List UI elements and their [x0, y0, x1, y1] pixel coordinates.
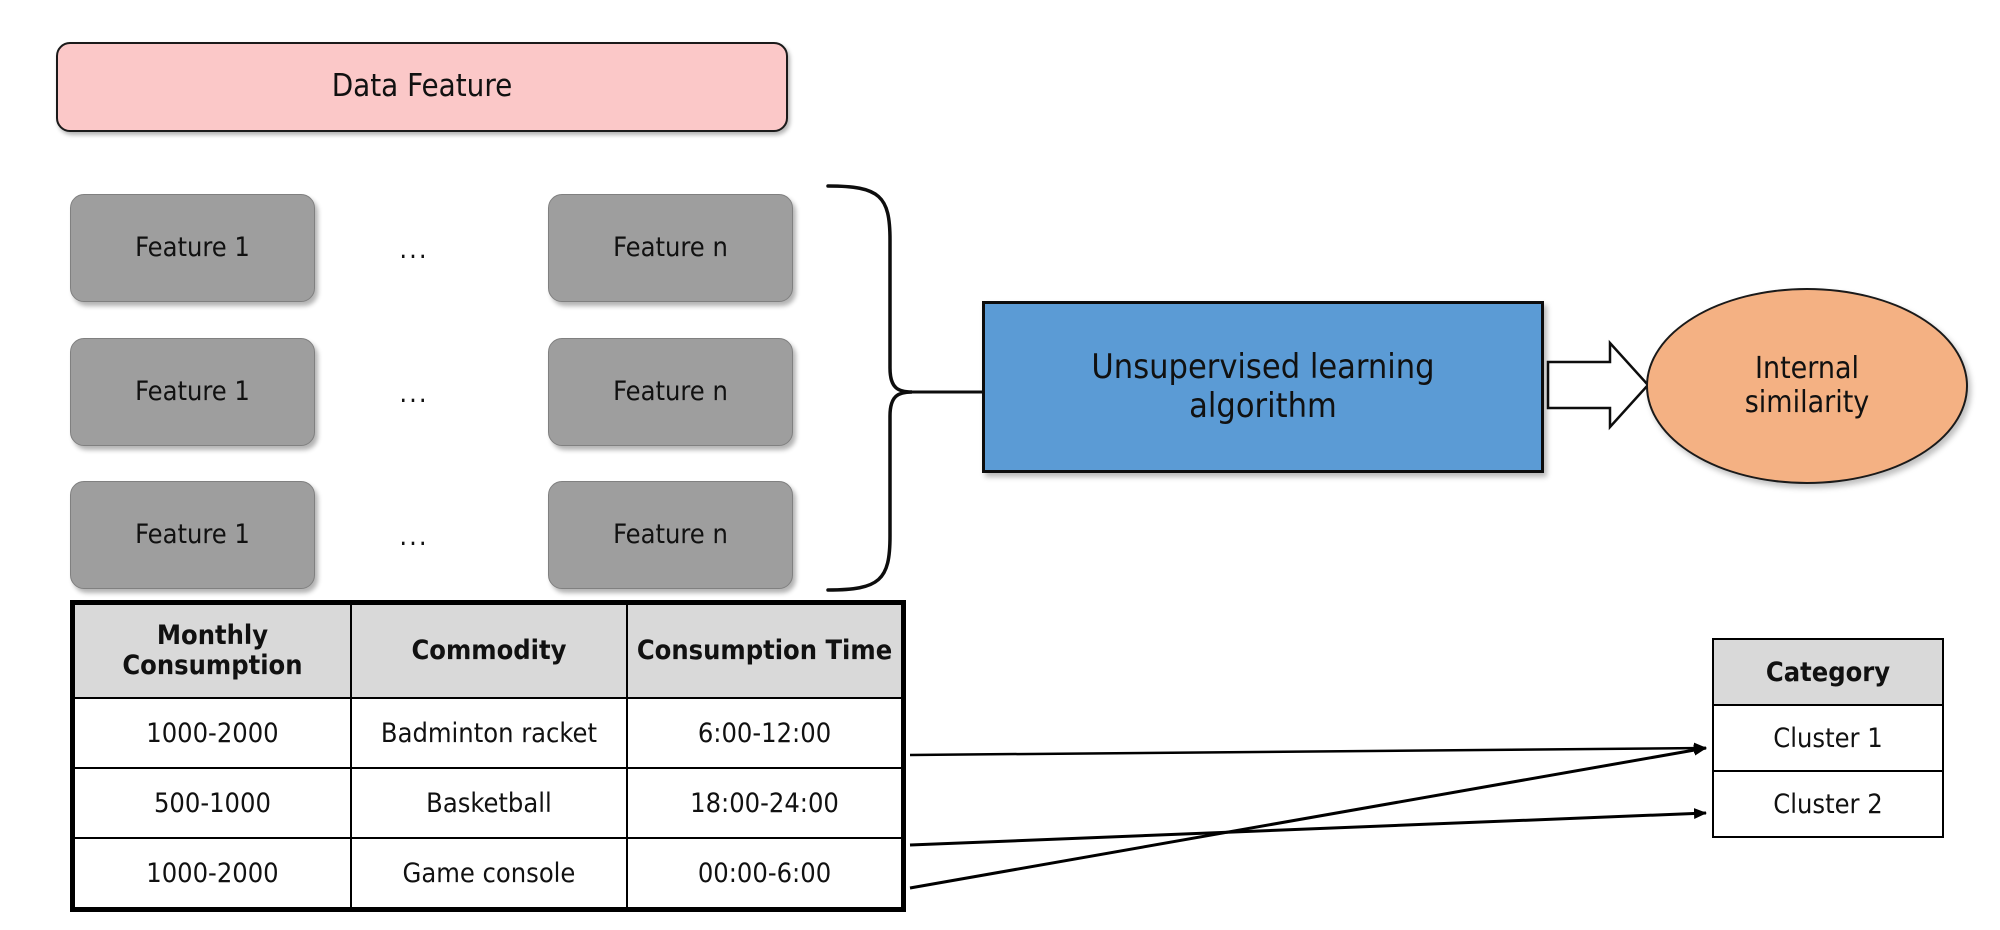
table-header-monthly-consumption: Monthly Consumption — [71, 601, 352, 699]
cell-commodity: Basketball — [349, 767, 629, 839]
unsupervised-algorithm-box: Unsupervised learning algorithm — [982, 301, 1544, 473]
arrow-row2-to-cluster2 — [909, 807, 1707, 847]
table-row: 1000-2000 Game console 00:00-6:00 — [71, 837, 905, 911]
feature-box-row1-first: Feature 1 — [70, 194, 315, 302]
category-cell-cluster-2: Cluster 2 — [1712, 770, 1944, 838]
feature-label: Feature 1 — [135, 376, 250, 408]
category-row: Cluster 2 — [1712, 770, 1944, 838]
diagram-canvas: Data Feature Feature 1 ... Feature n Fea… — [0, 0, 2000, 930]
data-feature-label: Data Feature — [331, 68, 513, 105]
feature-label: Feature n — [613, 232, 728, 264]
feature-label: Feature 1 — [135, 519, 250, 551]
ellipsis-row1: ... — [399, 234, 429, 265]
cell-consumption-time: 00:00-6:00 — [626, 837, 905, 911]
category-row: Cluster 1 — [1712, 704, 1944, 772]
algorithm-label-line2: algorithm — [1189, 386, 1337, 426]
arrow-row1-to-cluster1 — [909, 742, 1707, 757]
table-header-consumption-time: Consumption Time — [626, 601, 905, 699]
category-header-label: Category — [1712, 638, 1944, 706]
table-header-row: Monthly Consumption Commodity Consumptio… — [71, 601, 905, 699]
data-feature-box: Data Feature — [56, 42, 788, 132]
category-cell-cluster-1: Cluster 1 — [1712, 704, 1944, 772]
ellipsis-row2: ... — [399, 378, 429, 409]
feature-box-row1-last: Feature n — [548, 194, 793, 302]
internal-similarity-ellipse: Internal similarity — [1646, 288, 1968, 484]
cell-monthly-consumption: 1000-2000 — [71, 697, 352, 769]
cell-commodity: Game console — [349, 837, 629, 911]
cell-consumption-time: 18:00-24:00 — [626, 767, 905, 839]
cell-monthly-consumption: 500-1000 — [71, 767, 352, 839]
cell-commodity: Badminton racket — [349, 697, 629, 769]
feature-box-row3-last: Feature n — [548, 481, 793, 589]
category-table: Category Cluster 1 Cluster 2 — [1712, 638, 1944, 838]
feature-box-row2-last: Feature n — [548, 338, 793, 446]
cell-monthly-consumption: 1000-2000 — [71, 837, 352, 911]
header-line2: Consumption — [122, 650, 303, 681]
feature-box-row3-first: Feature 1 — [70, 481, 315, 589]
feature-label: Feature n — [613, 376, 728, 408]
feature-box-row2-first: Feature 1 — [70, 338, 315, 446]
table-row: 500-1000 Basketball 18:00-24:00 — [71, 767, 905, 839]
algorithm-label-line1: Unsupervised learning — [1091, 346, 1435, 387]
block-arrow-to-ellipse — [1546, 339, 1650, 431]
arrow-row3-to-cluster1 — [909, 744, 1707, 890]
feature-group-brace — [826, 184, 913, 592]
category-header-row: Category — [1712, 638, 1944, 706]
feature-label: Feature 1 — [135, 232, 250, 264]
consumption-data-table: Monthly Consumption Commodity Consumptio… — [70, 600, 906, 912]
table-header-commodity: Commodity — [349, 601, 629, 699]
cell-consumption-time: 6:00-12:00 — [626, 697, 905, 769]
feature-label: Feature n — [613, 519, 728, 551]
header-line1: Monthly — [156, 620, 269, 652]
ellipse-label-line1: Internal — [1755, 350, 1859, 386]
ellipsis-row3: ... — [399, 521, 429, 552]
ellipse-label-line2: similarity — [1744, 385, 1870, 420]
table-row: 1000-2000 Badminton racket 6:00-12:00 — [71, 697, 905, 769]
